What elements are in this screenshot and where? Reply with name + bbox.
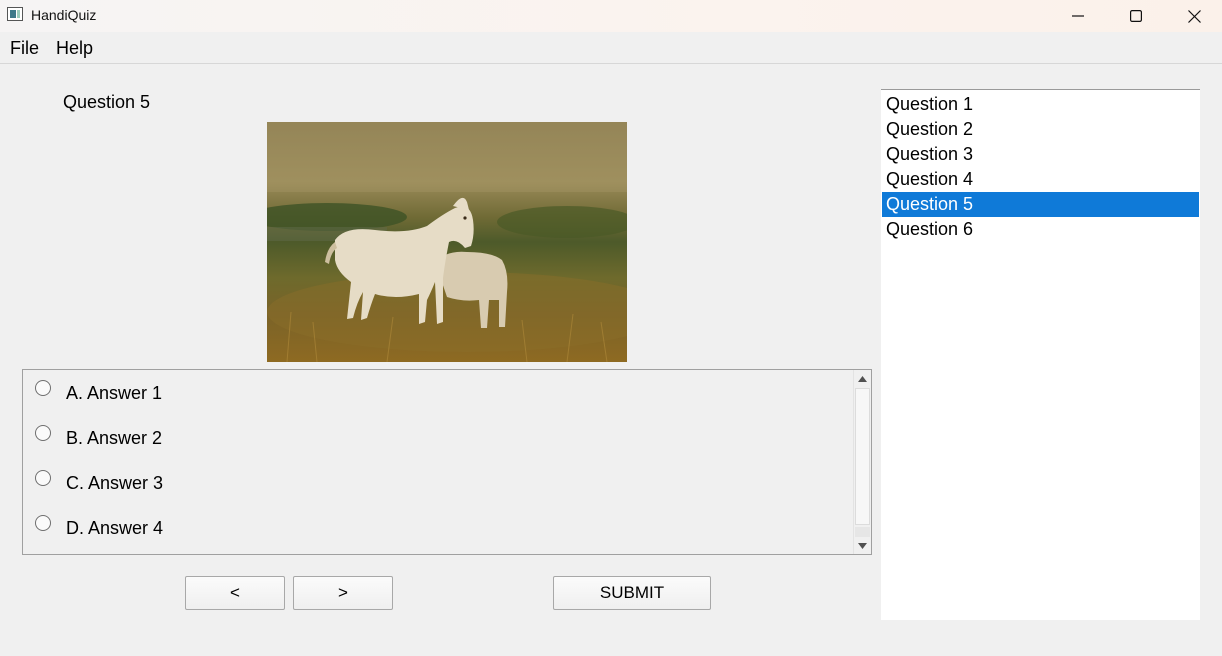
menu-help[interactable]: Help bbox=[56, 38, 93, 59]
question-title: Question 5 bbox=[63, 92, 151, 112]
answer-option-c[interactable]: C. Answer 3 bbox=[35, 467, 163, 497]
question-list-item[interactable]: Question 6 bbox=[882, 217, 1199, 242]
answer-label: D. Answer 4 bbox=[66, 518, 164, 538]
question-list-item[interactable]: Question 3 bbox=[882, 142, 1199, 167]
scroll-thumb[interactable] bbox=[855, 388, 870, 525]
radio-button[interactable] bbox=[35, 515, 51, 531]
scroll-down-button[interactable] bbox=[854, 537, 871, 554]
next-button[interactable]: > bbox=[293, 576, 393, 610]
minimize-button[interactable] bbox=[1049, 0, 1107, 32]
title-bar: HandiQuiz bbox=[0, 0, 1222, 32]
answer-option-d[interactable]: D. Answer 4 bbox=[35, 512, 163, 542]
minimize-icon bbox=[1072, 15, 1084, 17]
scroll-down-icon bbox=[858, 542, 867, 549]
answers-panel: A. Answer 1 B. Answer 2 C. Answer 3 D. A… bbox=[22, 369, 872, 555]
close-icon bbox=[1187, 9, 1201, 23]
question-list-item[interactable]: Question 1 bbox=[882, 92, 1199, 117]
menu-bar: File Help bbox=[0, 32, 1222, 64]
menu-file[interactable]: File bbox=[10, 38, 39, 59]
window-title: HandiQuiz bbox=[31, 7, 97, 23]
radio-button[interactable] bbox=[35, 380, 51, 396]
radio-button[interactable] bbox=[35, 470, 51, 486]
question-list-item[interactable]: Question 5 bbox=[882, 192, 1199, 217]
maximize-button[interactable] bbox=[1107, 0, 1165, 32]
scroll-track[interactable] bbox=[855, 527, 870, 537]
question-image bbox=[267, 122, 627, 362]
radio-button[interactable] bbox=[35, 425, 51, 441]
answer-label: C. Answer 3 bbox=[66, 473, 164, 493]
question-list-item[interactable]: Question 4 bbox=[882, 167, 1199, 192]
vertical-scrollbar[interactable] bbox=[853, 370, 871, 554]
answer-label: B. Answer 2 bbox=[66, 428, 163, 448]
scroll-up-button[interactable] bbox=[854, 370, 871, 387]
submit-button[interactable]: SUBMIT bbox=[553, 576, 711, 610]
question-list-item[interactable]: Question 2 bbox=[882, 117, 1199, 142]
scroll-up-icon bbox=[858, 375, 867, 382]
app-icon bbox=[7, 7, 23, 21]
previous-button[interactable]: < bbox=[185, 576, 285, 610]
horse-photo bbox=[267, 122, 627, 362]
close-button[interactable] bbox=[1165, 0, 1222, 32]
answer-label: A. Answer 1 bbox=[66, 383, 163, 403]
answer-option-a[interactable]: A. Answer 1 bbox=[35, 377, 162, 407]
maximize-icon bbox=[1130, 10, 1142, 22]
answer-option-b[interactable]: B. Answer 2 bbox=[35, 422, 162, 452]
question-list: Question 1 Question 2 Question 3 Questio… bbox=[881, 89, 1200, 620]
